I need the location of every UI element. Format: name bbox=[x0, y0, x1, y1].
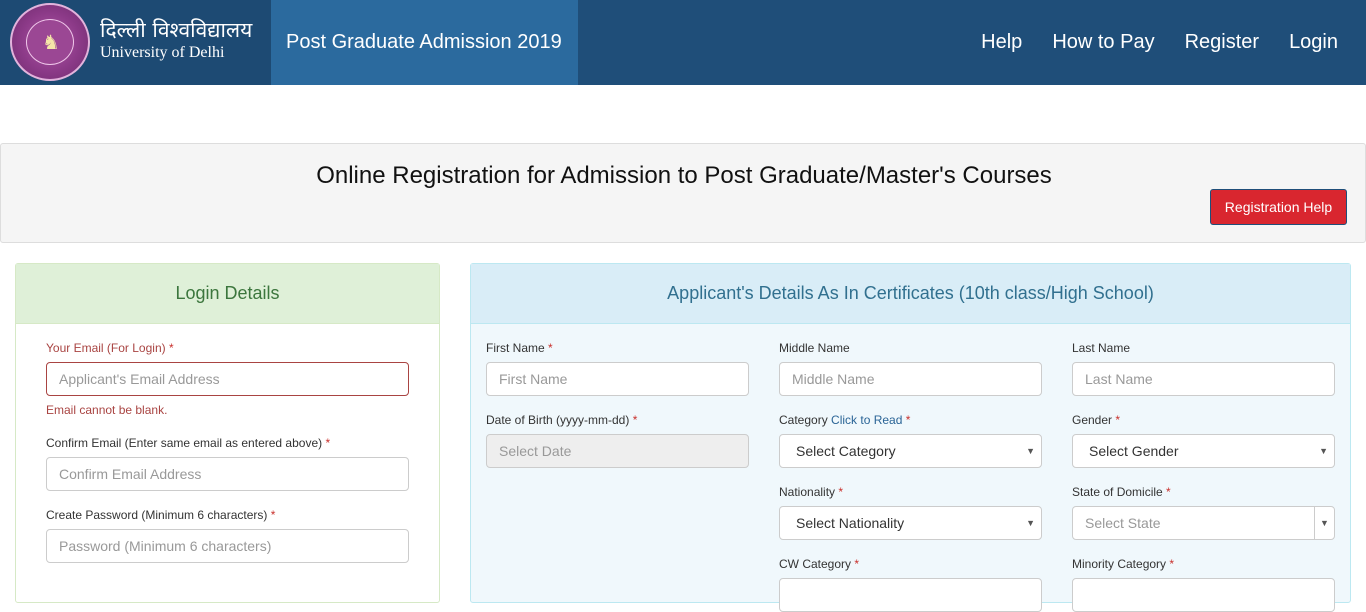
category-select[interactable]: Select Category ▼ bbox=[779, 434, 1042, 468]
first-name-label: First Name * bbox=[486, 341, 553, 355]
title-panel: Online Registration for Admission to Pos… bbox=[0, 143, 1366, 243]
login-details-panel: Login Details Your Email (For Login) * A… bbox=[15, 263, 440, 603]
brand-english-name: University of Delhi bbox=[100, 44, 225, 61]
gender-select[interactable]: Select Gender ▼ bbox=[1072, 434, 1335, 468]
email-label: Your Email (For Login) * bbox=[46, 341, 174, 355]
state-of-domicile-label: State of Domicile * bbox=[1072, 485, 1171, 499]
confirm-email-label: Confirm Email (Enter same email as enter… bbox=[46, 436, 331, 450]
nav-how-to-pay[interactable]: How to Pay bbox=[1037, 0, 1169, 85]
registration-help-button[interactable]: Registration Help bbox=[1210, 189, 1347, 225]
confirm-email-field[interactable]: Confirm Email Address bbox=[46, 457, 409, 491]
first-name-field[interactable]: First Name bbox=[486, 362, 749, 396]
minority-category-label: Minority Category * bbox=[1072, 557, 1175, 571]
nationality-select[interactable]: Select Nationality ▼ bbox=[779, 506, 1042, 540]
dob-date-picker[interactable]: Select Date bbox=[486, 434, 749, 468]
cw-category-label: CW Category * bbox=[779, 557, 860, 571]
last-name-label: Last Name bbox=[1072, 341, 1131, 355]
password-label: Create Password (Minimum 6 characters) * bbox=[46, 508, 276, 522]
applicant-details-panel: Applicant's Details As In Certificates (… bbox=[470, 263, 1351, 612]
dob-label: Date of Birth (yyyy-mm-dd) * bbox=[486, 413, 638, 427]
state-of-domicile-select[interactable]: Select State ▼ bbox=[1072, 506, 1335, 540]
caret-down-icon: ▼ bbox=[1319, 446, 1328, 456]
cw-category-select[interactable] bbox=[779, 578, 1042, 612]
category-click-to-read-link[interactable]: Click to Read bbox=[831, 413, 902, 427]
middle-name-field[interactable]: Middle Name bbox=[779, 362, 1042, 396]
email-field[interactable]: Applicant's Email Address bbox=[46, 362, 409, 396]
minority-category-select[interactable] bbox=[1072, 578, 1335, 612]
nationality-label: Nationality * bbox=[779, 485, 844, 499]
top-navbar: ♞ दिल्ली विश्वविद्यालय University of Del… bbox=[0, 0, 1366, 85]
page-title: Online Registration for Admission to Pos… bbox=[316, 162, 1052, 189]
last-name-field[interactable]: Last Name bbox=[1072, 362, 1335, 396]
nav-help[interactable]: Help bbox=[966, 0, 1037, 85]
nav-post-graduate-admission[interactable]: Post Graduate Admission 2019 bbox=[271, 0, 578, 85]
category-label: Category Click to Read * bbox=[779, 413, 911, 427]
brand-hindi-name: दिल्ली विश्वविद्यालय bbox=[100, 18, 253, 42]
applicant-details-heading: Applicant's Details As In Certificates (… bbox=[471, 264, 1350, 324]
nav-links: Help How to Pay Register Login bbox=[966, 0, 1366, 85]
brand[interactable]: ♞ दिल्ली विश्वविद्यालय University of Del… bbox=[0, 0, 271, 85]
caret-down-icon[interactable]: ▼ bbox=[1314, 507, 1334, 539]
gender-label: Gender * bbox=[1072, 413, 1121, 427]
email-error-message: Email cannot be blank. bbox=[46, 403, 168, 417]
password-field[interactable]: Password (Minimum 6 characters) bbox=[46, 529, 409, 563]
university-seal-icon: ♞ bbox=[10, 3, 90, 81]
nav-register[interactable]: Register bbox=[1170, 0, 1274, 85]
nav-login[interactable]: Login bbox=[1274, 0, 1366, 85]
nav-active-label: Post Graduate Admission 2019 bbox=[286, 31, 562, 53]
login-details-heading: Login Details bbox=[16, 264, 439, 324]
middle-name-label: Middle Name bbox=[779, 341, 850, 355]
caret-down-icon: ▼ bbox=[1026, 446, 1035, 456]
caret-down-icon: ▼ bbox=[1026, 518, 1035, 528]
